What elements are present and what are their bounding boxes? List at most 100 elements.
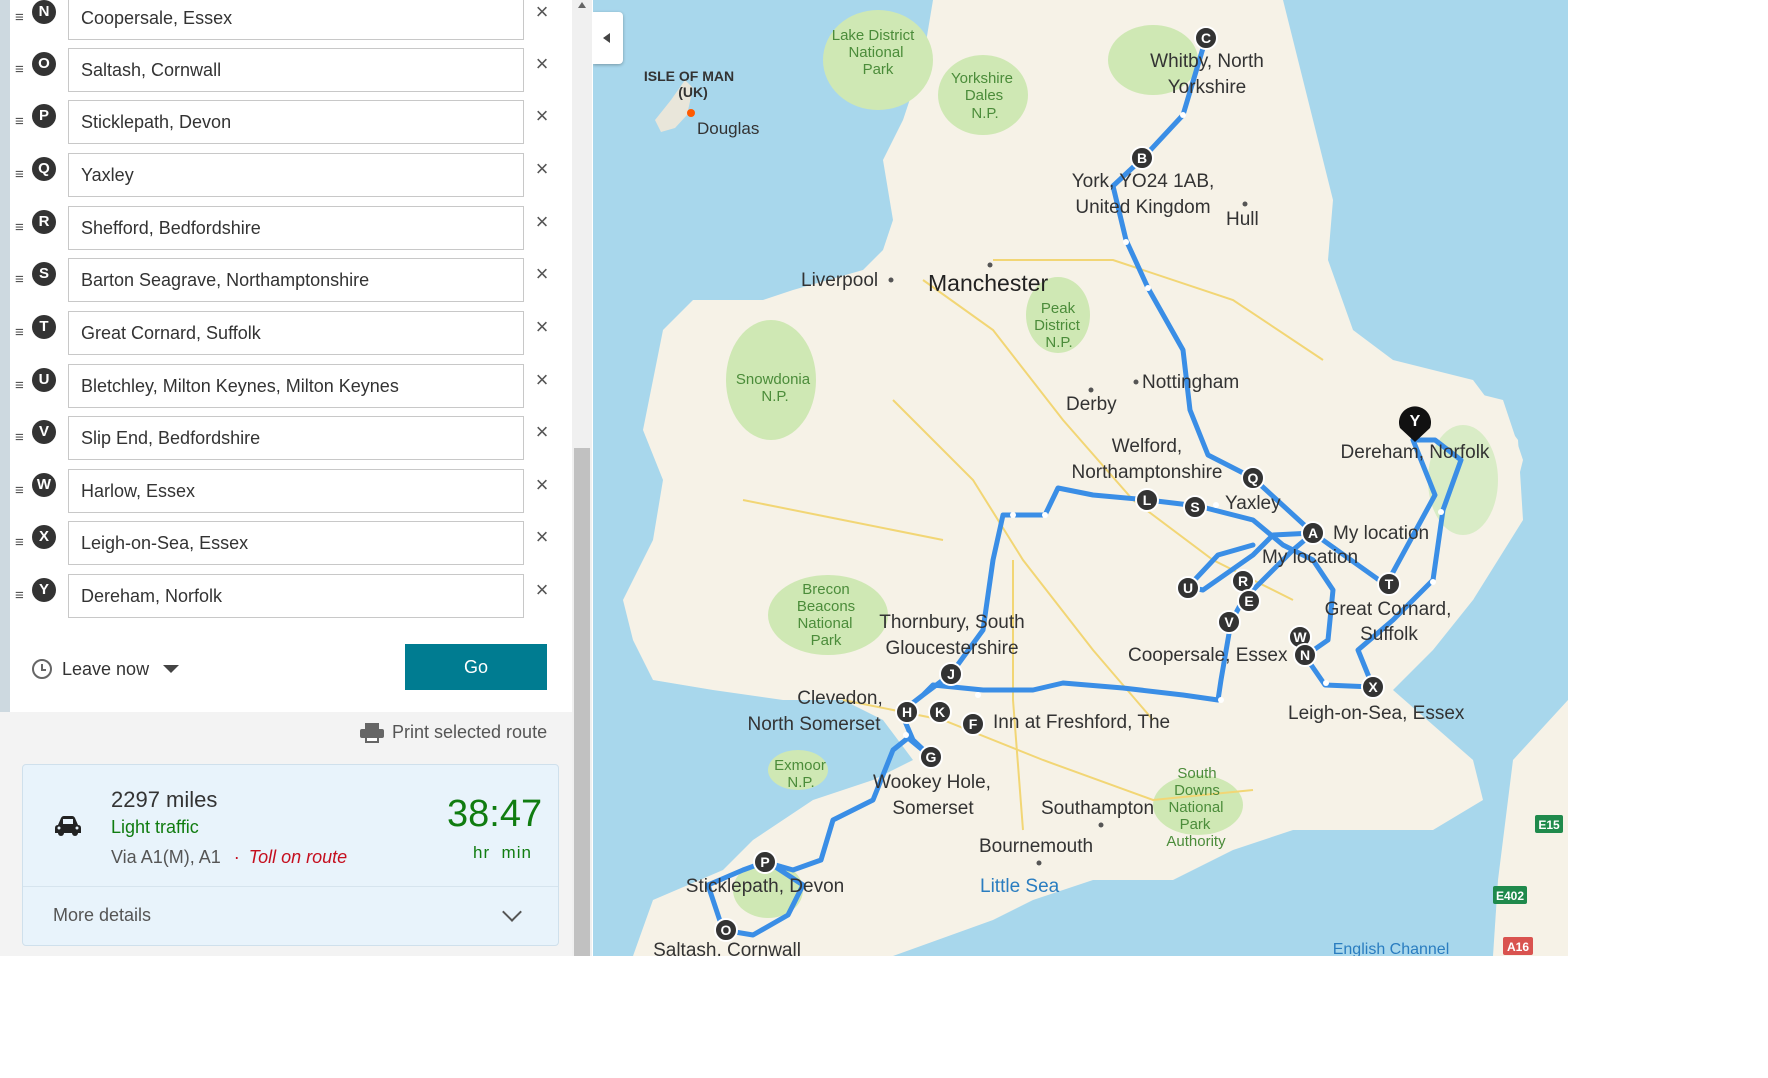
cornard-label-l2: Suffolk (1360, 624, 1418, 645)
remove-waypoint-icon[interactable]: × (532, 421, 552, 443)
southampton-label: Southampton (1041, 798, 1154, 819)
waypoint-pin-letter: W (1293, 629, 1307, 645)
drag-handle-icon[interactable]: ≡ (15, 220, 24, 235)
south-downs-l5: Authority (1166, 833, 1226, 850)
separator: · (233, 847, 240, 867)
waypoint-row-r: ≡ R × (10, 206, 572, 258)
waypoint-pin-letter: O (721, 922, 732, 938)
waypoint-row-y: ≡ Y × (10, 574, 572, 626)
waypoint-input[interactable] (68, 521, 524, 565)
dereham-label: Dereham, Norfolk (1341, 442, 1490, 463)
toll-warning: Toll on route (248, 847, 348, 867)
route-summary-card[interactable]: 2297 miles Light traffic Via A1(M), A1 ·… (22, 764, 559, 946)
waypoint-row-p: ≡ P × (10, 100, 572, 152)
remove-waypoint-icon[interactable]: × (532, 316, 552, 338)
map-view[interactable]: CBQLSAREUVWNTXJHKFGPOY ISLE OF MAN (UK) … (593, 0, 1568, 956)
remove-waypoint-icon[interactable]: × (532, 158, 552, 180)
york-label-l2: United Kingdom (1075, 197, 1210, 218)
waypoint-row-s: ≡ S × (10, 258, 572, 310)
remove-waypoint-icon[interactable]: × (532, 263, 552, 285)
remove-waypoint-icon[interactable]: × (532, 211, 552, 233)
drag-handle-icon[interactable]: ≡ (15, 378, 24, 393)
york-label-l1: York, YO24 1AB, (1072, 171, 1215, 192)
waypoint-letter-badge: V (32, 420, 56, 444)
waypoint-input[interactable] (68, 153, 524, 197)
collapse-panel-button[interactable] (593, 12, 623, 64)
divider (23, 886, 558, 887)
waypoint-input[interactable] (68, 311, 524, 355)
drag-handle-icon[interactable]: ≡ (15, 62, 24, 77)
freshford-label: Inn at Freshford, The (993, 712, 1170, 733)
waypoint-row-o: ≡ O × (10, 48, 572, 100)
clock-icon (32, 659, 52, 679)
drag-handle-icon[interactable]: ≡ (15, 167, 24, 182)
thornbury-label-l2: Gloucestershire (885, 638, 1018, 659)
drag-handle-icon[interactable]: ≡ (15, 10, 24, 25)
drag-handle-icon[interactable]: ≡ (15, 325, 24, 340)
remove-waypoint-icon[interactable]: × (532, 526, 552, 548)
more-details-link[interactable]: More details (53, 905, 151, 926)
waypoint-pin-letter: A (1308, 525, 1318, 541)
waypoint-pin-letter: G (926, 749, 937, 765)
remove-waypoint-icon[interactable]: × (532, 53, 552, 75)
waypoint-pin-letter: R (1238, 573, 1248, 589)
waypoint-input[interactable] (68, 206, 524, 250)
liverpool-label: Liverpool (801, 270, 878, 291)
brecon-l1: Brecon (802, 581, 850, 598)
my-location-label: My location (1333, 523, 1429, 544)
waypoint-input[interactable] (68, 416, 524, 460)
waypoint-input[interactable] (68, 0, 524, 40)
south-downs-l2: Downs (1174, 782, 1220, 799)
waypoint-input[interactable] (68, 258, 524, 302)
print-label: Print selected route (392, 722, 548, 742)
waypoint-row-x: ≡ X × (10, 521, 572, 573)
hull-label: Hull (1226, 209, 1259, 230)
waypoint-input[interactable] (68, 48, 524, 92)
waypoint-row-n: ≡ N × (10, 0, 572, 48)
waypoint-pin-letter: P (760, 854, 769, 870)
remove-waypoint-icon[interactable]: × (532, 105, 552, 127)
panel-scrollbar[interactable] (572, 0, 592, 956)
printer-icon (360, 722, 384, 743)
drag-handle-icon[interactable]: ≡ (15, 588, 24, 603)
snowdonia-l2: N.P. (761, 388, 788, 405)
yorkshire-dales-l1: Yorkshire (951, 70, 1013, 87)
waypoint-letter-badge: R (32, 210, 56, 234)
waypoint-pin-letter: B (1137, 150, 1147, 166)
remove-waypoint-icon[interactable]: × (532, 369, 552, 391)
drag-handle-icon[interactable]: ≡ (15, 483, 24, 498)
scroll-up-arrow[interactable] (578, 2, 586, 8)
exmoor-l2: N.P. (787, 774, 814, 791)
drag-handle-icon[interactable]: ≡ (15, 272, 24, 287)
welford-label-l2: Northamptonshire (1071, 462, 1222, 483)
remove-waypoint-icon[interactable]: × (532, 1, 552, 23)
waypoint-input[interactable] (68, 100, 524, 144)
coopersale-label: Coopersale, Essex (1128, 645, 1288, 666)
whitby-label-l1: Whitby, North (1150, 51, 1264, 72)
remove-waypoint-icon[interactable]: × (532, 474, 552, 496)
waypoint-input[interactable] (68, 574, 524, 618)
map-canvas[interactable]: CBQL SAREUVWNTXJH KFGPOY ISLE OF MAN (UK) … (593, 0, 1568, 956)
waypoint-letter-badge: P (32, 104, 56, 128)
little-sea-label: Little Sea (980, 876, 1060, 897)
snowdonia-l1: Snowdonia (736, 371, 811, 388)
leave-now-dropdown[interactable]: Leave now (32, 655, 180, 683)
drag-handle-icon[interactable]: ≡ (15, 535, 24, 550)
remove-waypoint-icon[interactable]: × (532, 579, 552, 601)
road-shield-e402: E402 (1496, 889, 1524, 903)
route-duration: 38:47 (447, 793, 543, 835)
drag-handle-icon[interactable]: ≡ (15, 430, 24, 445)
waypoint-letter-badge: O (32, 52, 56, 76)
print-route-button[interactable]: Print selected route (360, 722, 547, 743)
road-shield-e15: E15 (1538, 818, 1560, 832)
nottingham-label: Nottingham (1142, 372, 1239, 393)
waypoint-input[interactable] (68, 469, 524, 513)
go-button[interactable]: Go (405, 644, 547, 690)
drag-handle-icon[interactable]: ≡ (15, 114, 24, 129)
chevron-down-icon[interactable] (502, 902, 522, 922)
wookey-label-l2: Somerset (892, 798, 974, 819)
road-shield-a16: A16 (1507, 940, 1529, 954)
waypoint-pin-letter: X (1368, 679, 1378, 695)
scroll-thumb[interactable] (574, 448, 590, 956)
waypoint-input[interactable] (68, 364, 524, 408)
